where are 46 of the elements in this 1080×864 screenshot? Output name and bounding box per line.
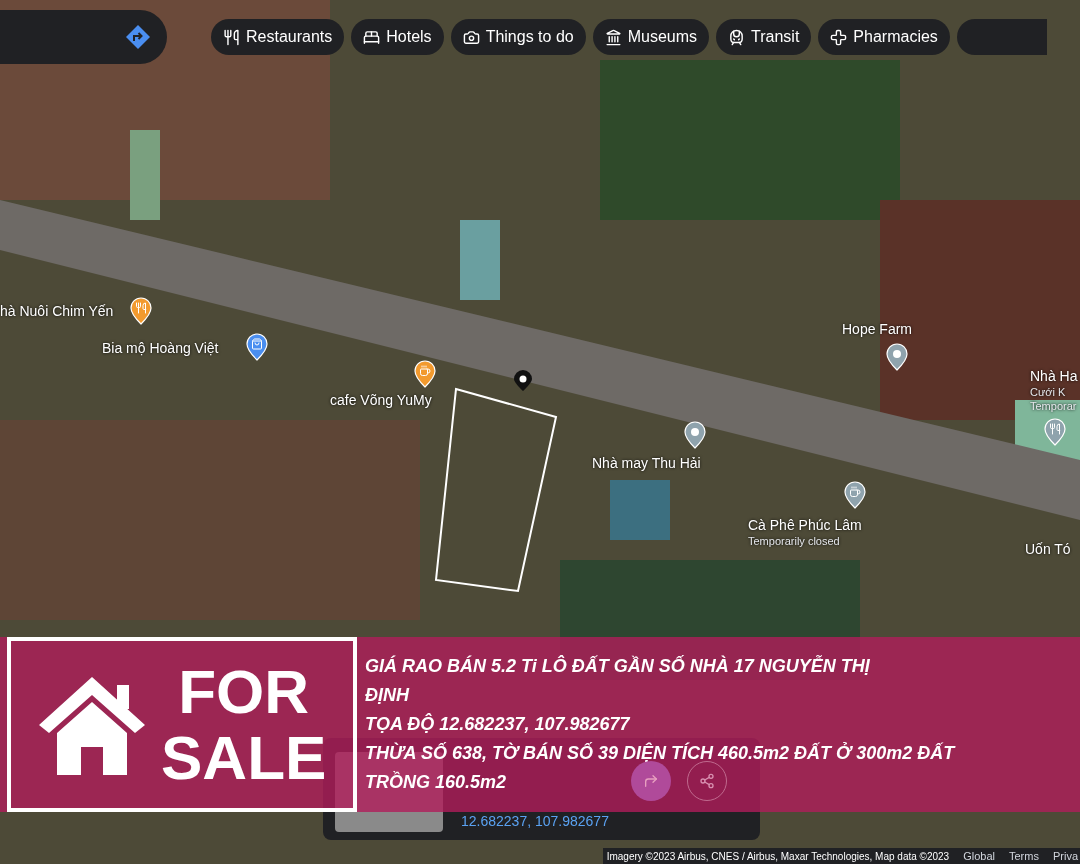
- footer-link[interactable]: Terms: [1009, 847, 1039, 864]
- place-label: Nhà Ha: [1030, 368, 1078, 385]
- category-chip[interactable]: Things to do: [450, 19, 586, 55]
- listing-text: TRỒNG 160.5m2: [365, 770, 507, 794]
- location-pin-icon[interactable]: [886, 343, 908, 371]
- directions-icon[interactable]: [125, 24, 151, 50]
- place-label: Cà Phê Phúc Lâm: [748, 517, 862, 534]
- train-icon: [728, 28, 746, 46]
- place-label: hà Nuôi Chim Yến: [0, 303, 114, 320]
- footer-link[interactable]: Priva: [1052, 847, 1078, 864]
- turn-arrow-icon: [643, 773, 659, 789]
- listing-text: GIÁ RAO BÁN 5.2 Ti LÔ ĐẤT GẦN SỐ NHÀ 17 NGUYỄN THỊ: [365, 654, 870, 678]
- place-label: Hope Farm: [842, 321, 913, 338]
- attribution-text: Imagery ©2023 Airbus, CNES / Airbus, Maxar Technologies, Map data ©2023: [606, 849, 950, 864]
- sale-sign-text: SALE: [161, 724, 327, 791]
- place-label: Uốn Tó: [1025, 541, 1071, 558]
- search-field[interactable]: [0, 10, 167, 64]
- footer-link[interactable]: Global: [963, 847, 995, 864]
- category-chip[interactable]: Transit: [716, 19, 812, 55]
- category-chip[interactable]: Hotels: [351, 19, 444, 55]
- location-pin-icon[interactable]: [684, 421, 706, 449]
- coffee-pin-icon[interactable]: [414, 360, 436, 388]
- marker-icon: [513, 370, 533, 392]
- category-chip[interactable]: Pharmacies: [818, 19, 950, 55]
- coffee-pin-icon[interactable]: [844, 481, 866, 509]
- place-label: Bia mộ Hoàng Việt: [102, 340, 219, 357]
- category-chip[interactable]: Museums: [592, 19, 710, 55]
- category-chip[interactable]: Restaurants: [211, 19, 345, 55]
- share-icon: [699, 773, 715, 789]
- museum-icon: [604, 28, 622, 46]
- camera-icon: [462, 28, 480, 46]
- sale-sign-text: FOR: [178, 658, 310, 725]
- place-note: Temporar: [1030, 399, 1078, 413]
- listing-text: ĐỊNH: [365, 684, 409, 707]
- shopping-pin-icon[interactable]: [246, 333, 268, 361]
- place-note: Temporarily closed: [748, 534, 841, 548]
- restaurant-pin-icon[interactable]: [130, 297, 152, 325]
- place-note: Cưới K: [1030, 385, 1067, 399]
- place-label: cafe Võng YuMy: [330, 392, 432, 409]
- bed-icon: [363, 28, 381, 46]
- listing-text: THỪA SỐ 638, TỜ BÁN SỐ 39 DIỆN TÍCH 460.5m2 ĐẤT Ở 300m2 ĐẤT: [365, 741, 955, 765]
- place-label: Nhà may Thu Hải: [592, 455, 701, 472]
- fork-icon: [223, 28, 240, 46]
- coordinates-text: 12.682237, 107.982677: [461, 812, 610, 831]
- listing-text: TỌA ĐỘ 12.682237, 107.982677: [365, 712, 630, 736]
- pharmacy-icon: [830, 28, 848, 46]
